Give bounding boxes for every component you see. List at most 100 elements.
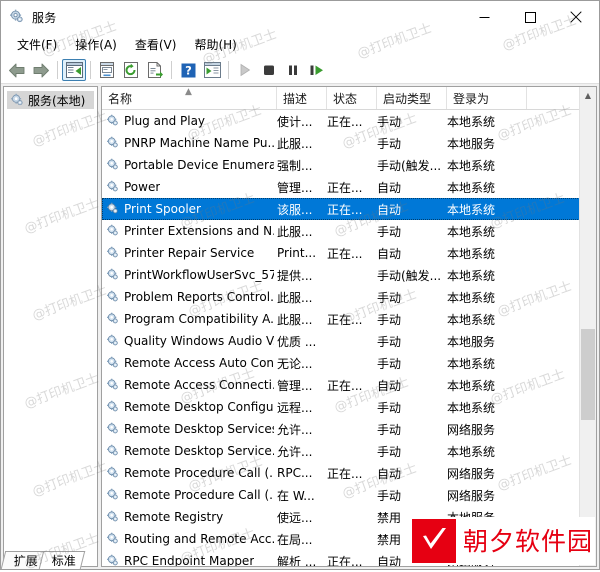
content-area: 服务(本地) 名称 ▲ 描述 状态 启动类型 登录为 Plug and Play 使计...… [1, 84, 599, 569]
cell-name: Remote Access Auto Con... [102, 356, 277, 370]
table-row[interactable]: Power 管理... 正在... 自动 本地系统 [102, 176, 596, 198]
column-header-logon[interactable]: 登录为 [447, 87, 527, 109]
service-name-label: PrintWorkflowUserSvc_57... [124, 268, 274, 282]
service-gear-icon [106, 224, 120, 238]
cell-description: 优质 ... [277, 334, 317, 349]
service-gear-icon [106, 444, 120, 458]
toolbar: ? [1, 57, 599, 84]
cell-status: 正在... [327, 554, 363, 567]
service-name-label: Printer Repair Service [124, 246, 255, 260]
cell-description: 使远... [277, 510, 313, 525]
cell-status: 正在... [327, 246, 363, 261]
cell-logon: 本地系统 [447, 444, 496, 459]
cell-name: Print Spooler [102, 202, 277, 216]
cell-name: Remote Procedure Call (... [102, 466, 277, 480]
table-row[interactable]: PNRP Machine Name Pu... 此服... 手动 本地服务 [102, 132, 596, 154]
cell-name: Printer Extensions and N... [102, 224, 277, 238]
service-gear-icon [106, 114, 120, 128]
cell-description: 无论... [277, 356, 313, 371]
cell-status: 正在... [327, 114, 363, 129]
cell-description: 此服... [277, 136, 313, 151]
table-row[interactable]: Print Spooler 该服... 正在... 自动 本地系统 [102, 198, 596, 220]
scroll-up-button[interactable]: ▲ [580, 87, 596, 104]
cell-description: 此服... [277, 224, 313, 239]
service-name-label: PNRP Machine Name Pu... [124, 136, 274, 150]
column-header-description[interactable]: 描述 [277, 87, 327, 109]
forward-icon[interactable] [29, 59, 53, 81]
table-row[interactable]: Remote Desktop Services 允许... 手动 网络服务 [102, 418, 596, 440]
service-name-label: Remote Desktop Service... [124, 444, 274, 458]
cell-name: Remote Desktop Services [102, 422, 277, 436]
cell-logon: 本地系统 [447, 268, 496, 283]
service-name-label: Quality Windows Audio V... [124, 334, 274, 348]
table-row[interactable]: Remote Procedure Call (... RPC... 正在... 自动 网… [102, 462, 596, 484]
table-row[interactable]: Remote Procedure Call (... 在 W... 手动 网络服务 [102, 484, 596, 506]
tree-node-services-local[interactable]: 服务(本地) [7, 91, 94, 109]
table-row[interactable]: Problem Reports Control... 此服... 手动 本地系统 [102, 286, 596, 308]
column-header-name[interactable]: 名称 ▲ [102, 87, 277, 109]
service-gear-icon [106, 378, 120, 392]
column-header-startup[interactable]: 启动类型 [377, 87, 447, 109]
cell-description: 使计... [277, 114, 313, 129]
cell-logon: 本地系统 [447, 224, 496, 239]
properties-icon[interactable] [95, 59, 119, 81]
checkmark-icon [411, 519, 456, 563]
show-hide-console-tree-icon[interactable] [62, 59, 86, 81]
menu-view[interactable]: 查看(V) [126, 34, 186, 56]
title-bar: 服务 [1, 1, 599, 33]
table-row[interactable]: Program Compatibility A... 此服... 正在... 手动 本地… [102, 308, 596, 330]
column-header-status[interactable]: 状态 [327, 87, 377, 109]
cell-name: Remote Access Connecti... [102, 378, 277, 392]
cell-startup: 自动 [377, 378, 402, 393]
service-name-label: Remote Desktop Services [124, 422, 274, 436]
services-gear-icon [9, 9, 25, 25]
refresh-icon[interactable] [119, 59, 143, 81]
close-button[interactable] [553, 1, 599, 33]
table-row[interactable]: Printer Extensions and N... 此服... 手动 本地系统 [102, 220, 596, 242]
service-gear-icon [106, 400, 120, 414]
cell-startup: 手动 [377, 422, 402, 437]
table-row[interactable]: Remote Access Auto Con... 无论... 手动 本地系统 [102, 352, 596, 374]
stop-service-icon[interactable] [257, 59, 281, 81]
table-row[interactable]: Portable Device Enumera... 强制... 手动(触发... 本… [102, 154, 596, 176]
vertical-scrollbar[interactable]: ▲ ▼ [579, 87, 596, 566]
table-row[interactable]: Printer Repair Service Print... 正在... 自动 本地系… [102, 242, 596, 264]
table-row[interactable]: Plug and Play 使计... 正在... 手动 本地系统 [102, 110, 596, 132]
cell-description: 此服... [277, 312, 313, 327]
cell-startup: 自动 [377, 466, 402, 481]
service-name-label: Remote Registry [124, 510, 224, 524]
show-hide-action-pane-icon[interactable] [200, 59, 224, 81]
help-icon[interactable]: ? [176, 59, 200, 81]
cell-name: Portable Device Enumera... [102, 158, 277, 172]
services-list-pane: 名称 ▲ 描述 状态 启动类型 登录为 Plug and Play 使计... 正在... 手动… [101, 86, 597, 567]
export-list-icon[interactable] [143, 59, 167, 81]
maximize-button[interactable] [507, 1, 553, 33]
cell-name: Remote Procedure Call (... [102, 488, 277, 502]
menu-action[interactable]: 操作(A) [66, 34, 126, 56]
table-row[interactable]: Quality Windows Audio V... 优质 ... 手动 本地服务 [102, 330, 596, 352]
cell-status: 正在... [327, 466, 363, 481]
scrollbar-thumb[interactable] [581, 329, 595, 421]
minimize-button[interactable] [461, 1, 507, 33]
table-row[interactable]: PrintWorkflowUserSvc_57... 提供... 手动(触发... 本… [102, 264, 596, 286]
table-row[interactable]: Remote Access Connecti... 管理... 正在... 自动 本地系… [102, 374, 596, 396]
table-row[interactable]: Remote Desktop Configu... 远程... 手动 本地系统 [102, 396, 596, 418]
site-logo-text: 朝夕软件园 [462, 526, 593, 556]
view-tab-standard[interactable]: 标准 [38, 551, 86, 569]
cell-description: 管理... [277, 180, 313, 195]
menu-file[interactable]: 文件(F) [8, 34, 66, 56]
column-header-label: 启动类型 [383, 91, 432, 106]
cell-logon: 网络服务 [447, 422, 496, 437]
table-row[interactable]: Remote Desktop Service... 允许... 手动 本地系统 [102, 440, 596, 462]
back-icon[interactable] [5, 59, 29, 81]
restart-service-icon[interactable] [305, 59, 329, 81]
menu-help[interactable]: 帮助(H) [185, 34, 245, 56]
service-name-label: Remote Access Auto Con... [124, 356, 274, 370]
column-header-label: 状态 [333, 91, 358, 106]
cell-logon: 本地系统 [447, 312, 496, 327]
cell-startup: 自动 [377, 202, 402, 217]
pause-service-icon[interactable] [281, 59, 305, 81]
cell-logon: 本地服务 [447, 334, 496, 349]
cell-description: 提供... [277, 268, 313, 283]
cell-name: Remote Desktop Service... [102, 444, 277, 458]
